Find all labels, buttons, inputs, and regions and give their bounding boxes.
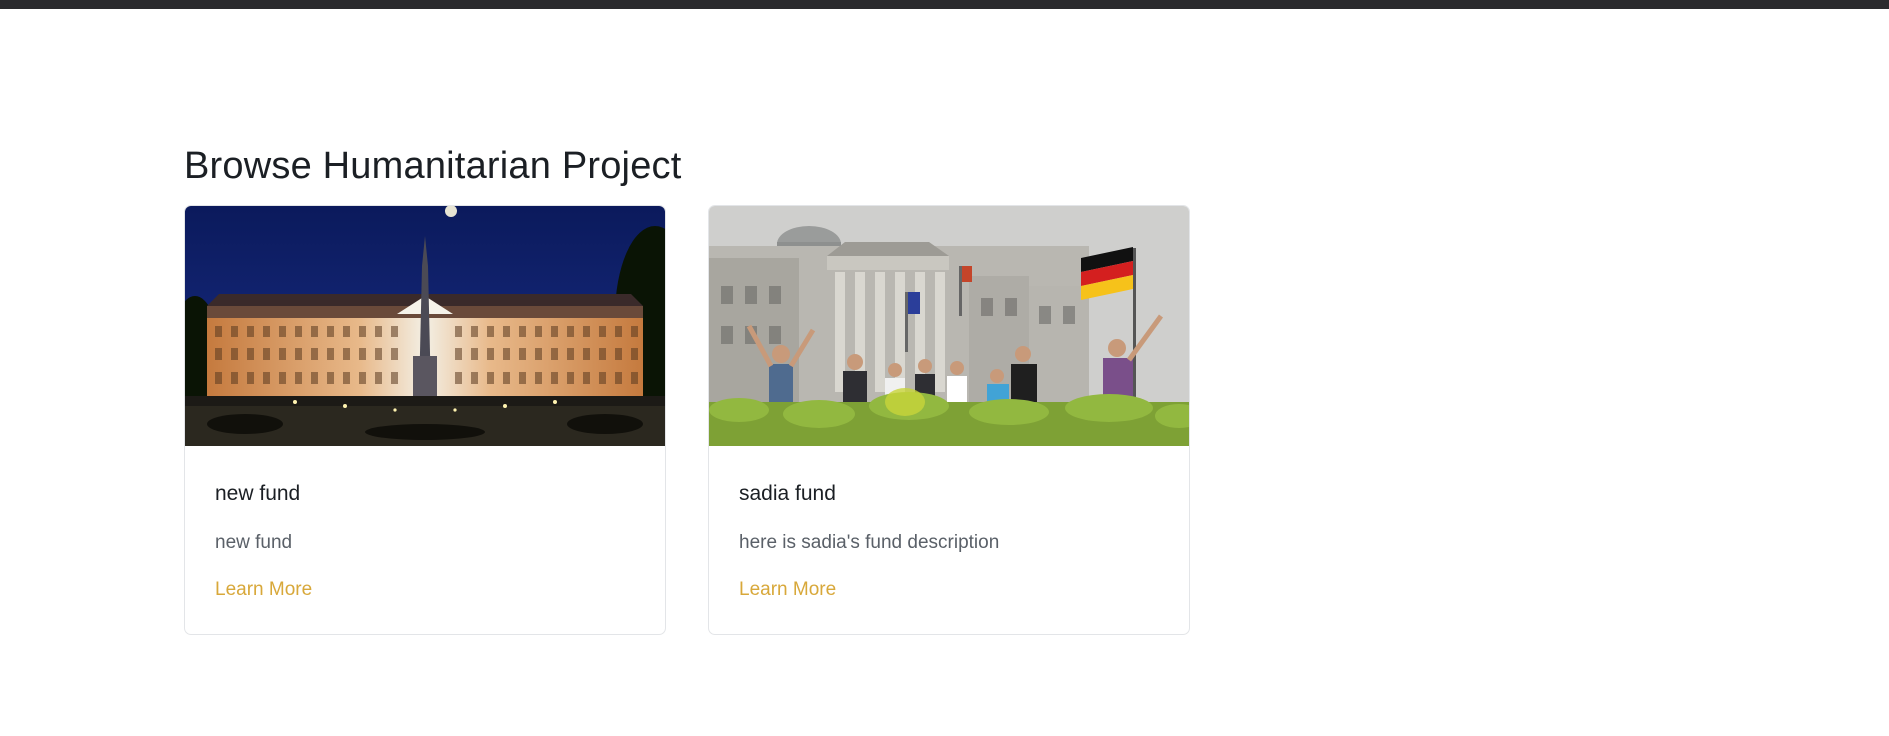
page-title: Browse Humanitarian Project [184,145,682,187]
learn-more-link[interactable]: Learn More [739,579,836,601]
card-title: sadia fund [739,482,836,505]
card-description: here is sadia's fund description [739,532,1000,553]
project-card: new fund new fund Learn More [184,205,666,635]
card-image [185,206,665,446]
project-card: sadia fund here is sadia's fund descript… [708,205,1190,635]
card-description: new fund [215,532,293,553]
card-title: new fund [215,482,301,505]
top-navbar [0,0,1889,9]
learn-more-link[interactable]: Learn More [215,579,312,601]
card-image [709,206,1189,446]
